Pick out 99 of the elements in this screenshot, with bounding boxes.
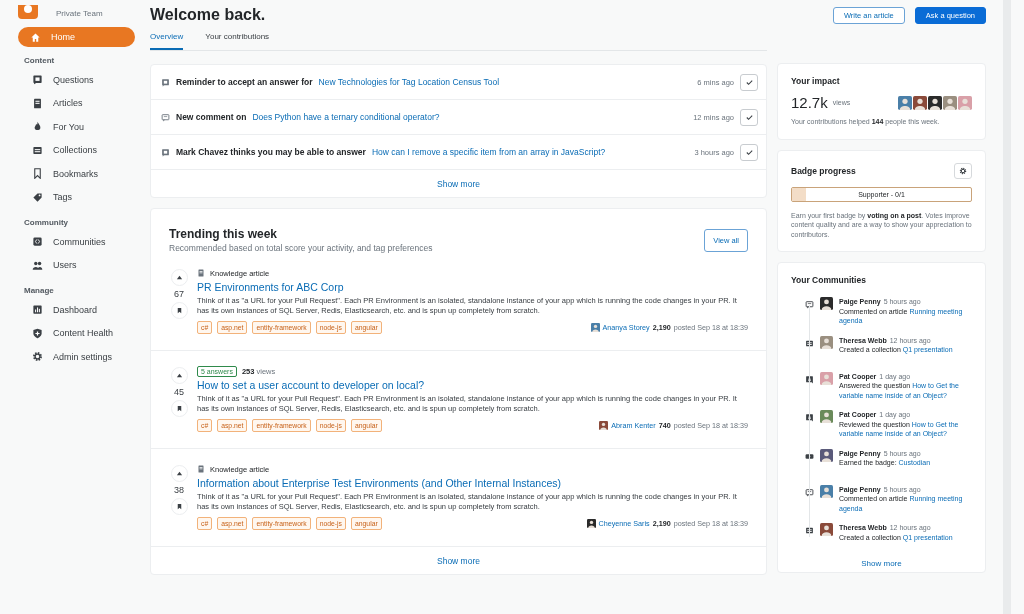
- bookmark-button[interactable]: [170, 498, 188, 515]
- tab[interactable]: Your contributions: [205, 24, 270, 50]
- nav-heading: Content: [24, 56, 56, 65]
- users-icon: [32, 259, 43, 271]
- badge-icon: [805, 451, 814, 461]
- vote-count: 38: [174, 485, 184, 495]
- flame-icon: [32, 121, 43, 133]
- bookmark-button[interactable]: [170, 302, 188, 319]
- question-icon: [161, 77, 170, 87]
- post-title-link[interactable]: PR Environments for ABC Corp: [197, 281, 748, 293]
- list-icon: [805, 338, 814, 348]
- bookmark-icon: [32, 168, 43, 180]
- avatar: [590, 323, 600, 332]
- bookmark-icon: [175, 503, 183, 510]
- avatar: [943, 95, 957, 110]
- notification-text: Reminder to accept an answer for: [176, 77, 313, 87]
- upvote-button[interactable]: [170, 367, 188, 384]
- bookmark-button[interactable]: [170, 400, 188, 417]
- card-title: Your Communities: [791, 275, 867, 285]
- document-icon: [197, 465, 205, 473]
- settings-button[interactable]: [954, 162, 972, 179]
- shield-icon: [32, 327, 43, 339]
- avatar: [820, 371, 833, 385]
- tag-icon: [32, 191, 43, 203]
- document-icon: [197, 269, 205, 277]
- avatar: [820, 523, 833, 536]
- nav-item[interactable]: Dashboard: [18, 298, 136, 322]
- avatar: [586, 519, 596, 528]
- check-icon: [744, 147, 754, 157]
- avatar: [928, 95, 942, 110]
- avatar: [898, 95, 912, 110]
- nav-item[interactable]: Content Health: [18, 321, 136, 345]
- nav-item[interactable]: Admin settings: [18, 345, 136, 369]
- list-icon: [805, 526, 814, 535]
- post-title-link[interactable]: Information about Enterprise Test Environments (and Other Internal Instances): [197, 477, 748, 489]
- nav-heading: Manage: [24, 286, 55, 295]
- show-more-link[interactable]: Show more: [437, 555, 480, 566]
- notification-link[interactable]: New Technologies for Tag Location Census Tool: [318, 77, 500, 87]
- settings-icon: [959, 166, 967, 175]
- team-logo: [18, 5, 40, 19]
- view-count: 12.7k: [791, 94, 828, 111]
- nav-heading: Community: [24, 218, 69, 227]
- dismiss-button[interactable]: [740, 108, 758, 126]
- nav-item[interactable]: Communities: [18, 230, 136, 254]
- settings-icon: [32, 351, 43, 363]
- avatar: [599, 421, 609, 430]
- caret-up-icon: [175, 470, 183, 477]
- nav-item[interactable]: Tags: [18, 185, 136, 209]
- notification-text: Mark Chavez thinks you may be able to answer: [176, 147, 366, 157]
- avatar: [913, 95, 927, 110]
- avatar: [958, 95, 972, 110]
- nav-item[interactable]: Collections: [18, 138, 136, 162]
- page-title: Welcome back.: [150, 6, 266, 24]
- avatar: [820, 297, 833, 310]
- card-title: Badge progress: [791, 165, 856, 176]
- show-more-link[interactable]: Show more: [437, 178, 480, 189]
- show-more-link[interactable]: Show more: [861, 559, 902, 568]
- home-icon: [30, 31, 41, 43]
- nav-item[interactable]: For You: [18, 115, 136, 139]
- comment-icon: [161, 112, 170, 122]
- dismiss-button[interactable]: [740, 73, 758, 91]
- answer-icon: [805, 374, 814, 384]
- card-title: Your impact: [791, 76, 841, 86]
- check-icon: [744, 112, 754, 122]
- vote-count: 45: [174, 387, 184, 397]
- nav-item[interactable]: Users: [18, 253, 136, 277]
- caret-up-icon: [175, 274, 183, 281]
- tab[interactable]: Overview: [150, 24, 184, 50]
- comment-icon: [805, 487, 814, 497]
- notification-link[interactable]: Does Python have a ternary conditional operator?: [252, 112, 440, 122]
- post-title-link[interactable]: How to set a user account to developer on local?: [197, 379, 748, 391]
- bar-chart-icon: [32, 304, 43, 316]
- avatar: [820, 484, 833, 498]
- check-icon: [744, 77, 754, 87]
- question-icon: [161, 147, 170, 157]
- avatar: [820, 335, 833, 349]
- code-icon: [32, 236, 43, 248]
- vote-count: 67: [174, 289, 184, 299]
- notification-link[interactable]: How can I remove a specific item from an array in JavaScript?: [371, 147, 606, 157]
- question-icon: [32, 74, 43, 86]
- notification-text: New comment on: [176, 112, 247, 122]
- nav-item[interactable]: Articles: [18, 91, 136, 115]
- caret-up-icon: [175, 372, 183, 379]
- avatar: [820, 448, 833, 462]
- nav-item[interactable]: Bookmarks: [18, 162, 136, 186]
- section-title: Trending this week: [169, 227, 279, 241]
- answer-icon: [805, 413, 814, 422]
- team-subtitle: Private Team: [56, 8, 103, 18]
- avatar: [820, 410, 833, 423]
- document-icon: [32, 97, 43, 109]
- comment-icon: [805, 300, 814, 309]
- nav-item[interactable]: Questions: [18, 68, 136, 92]
- section-subtitle: Recommended based on total score your activity, and tag preferences: [169, 243, 434, 253]
- bookmark-icon: [175, 405, 183, 412]
- upvote-button[interactable]: [170, 465, 188, 482]
- dismiss-button[interactable]: [740, 143, 758, 161]
- list-icon: [32, 144, 43, 156]
- upvote-button[interactable]: [170, 269, 188, 286]
- bookmark-icon: [175, 307, 183, 314]
